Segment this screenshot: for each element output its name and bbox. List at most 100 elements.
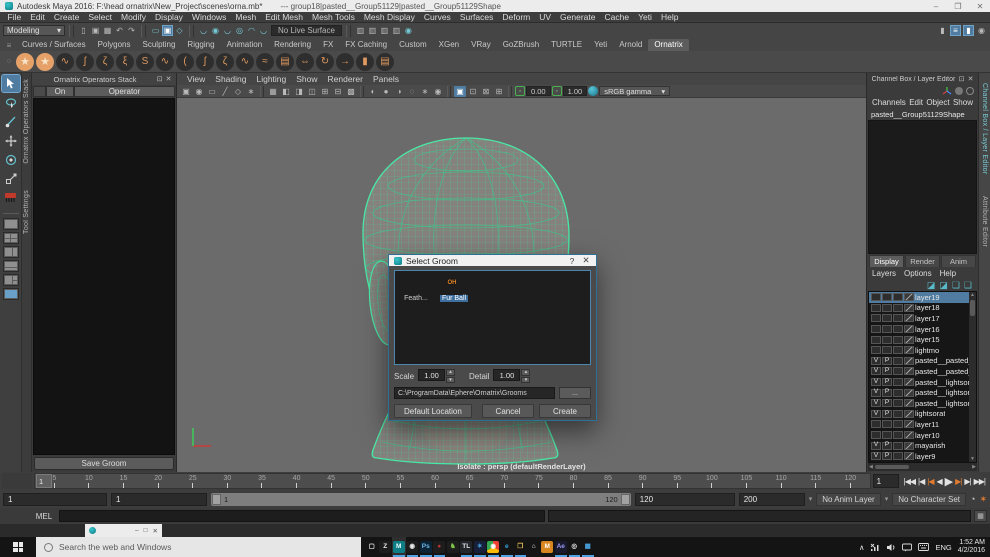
layer-color-swatch[interactable] <box>904 389 914 397</box>
layer-color-swatch[interactable] <box>904 367 914 375</box>
layer-display-type-box[interactable] <box>893 346 903 354</box>
layer-color-swatch[interactable] <box>904 399 914 407</box>
taskbar-app-icon[interactable]: ◎ <box>568 537 582 557</box>
shelf-menu-icon[interactable]: ≡ <box>2 41 16 51</box>
layout-four-button[interactable] <box>3 232 19 244</box>
move-tool[interactable] <box>2 132 20 149</box>
shelf-tab[interactable]: FX <box>317 39 339 51</box>
layer-visibility-box[interactable] <box>871 325 881 333</box>
viewport-display-icon[interactable]: ⊡ <box>467 86 479 97</box>
viewport-camera-icon[interactable]: ╱ <box>219 86 231 97</box>
render-icon[interactable]: ◉ <box>403 25 414 36</box>
maximize-icon[interactable]: □ <box>144 527 148 535</box>
ornatrix-shelf-icon[interactable]: ∿ <box>236 53 254 71</box>
menu-item[interactable]: Select <box>84 12 117 22</box>
playback-button[interactable]: ▶| <box>955 477 961 486</box>
layer-playback-box[interactable] <box>882 314 892 322</box>
viewport-camera-icon[interactable]: ◉ <box>193 86 205 97</box>
exposure-icon[interactable]: ◦ <box>515 86 525 96</box>
layer-row[interactable]: V P pasted__lightsorat1 <box>869 387 969 398</box>
viewport-menu-item[interactable]: Renderer <box>323 74 368 84</box>
timeline-track[interactable]: 1 51015202530354045505560657075808590951… <box>34 473 871 489</box>
playback-button[interactable]: |◀ <box>927 477 933 486</box>
column-on[interactable]: On <box>46 86 74 97</box>
viewport-menu-item[interactable]: Panels <box>368 74 404 84</box>
layer-editor-tab[interactable]: Render <box>905 255 940 267</box>
timeline-tick[interactable]: 35 <box>245 474 280 488</box>
select-tool[interactable] <box>2 75 20 92</box>
taskbar-app-icon[interactable]: ❒ <box>514 537 528 557</box>
render-icon[interactable]: ▥ <box>355 25 366 36</box>
channel-list-area[interactable] <box>868 120 977 254</box>
shelf-tab[interactable]: Rendering <box>268 39 317 51</box>
groom-item[interactable]: Feath... <box>400 275 432 302</box>
range-start-handle[interactable] <box>212 494 221 505</box>
gamma-field[interactable]: 1.00 <box>563 86 588 96</box>
taskbar-app-icon[interactable]: Z <box>379 537 393 557</box>
layer-playback-box[interactable]: P <box>882 367 892 375</box>
layer-name[interactable]: pasted__pasted__lig <box>915 356 969 365</box>
layer-playback-box[interactable]: P <box>882 452 892 460</box>
command-language-toggle[interactable]: MEL <box>32 512 56 521</box>
menu-item[interactable]: Mesh Display <box>359 12 419 22</box>
file-action-icon[interactable]: ↷ <box>126 25 137 36</box>
layer-color-swatch[interactable] <box>904 410 914 418</box>
speaker-icon[interactable] <box>886 543 896 552</box>
taskbar-app-icon[interactable]: TL <box>460 537 474 557</box>
tab-ornatrix-operators-stack[interactable]: Ornatrix Operators Stack <box>23 79 30 164</box>
layer-playback-box[interactable] <box>882 420 892 428</box>
layer-visibility-box[interactable] <box>871 346 881 354</box>
anim-layer-dropdown[interactable]: No Anim Layer <box>816 493 880 506</box>
column-operator[interactable]: Operator <box>74 86 175 97</box>
layer-list-vertical-scrollbar[interactable]: ▲▼ <box>969 292 976 462</box>
speed-icon[interactable] <box>955 87 963 95</box>
file-action-icon[interactable]: ▯ <box>78 25 89 36</box>
viewport-shading-icon[interactable]: ▩ <box>345 86 357 97</box>
ornatrix-shelf-icon[interactable]: ∿ <box>156 53 174 71</box>
ornatrix-brush-tool[interactable] <box>2 189 20 206</box>
taskbar-app-icon[interactable]: ⌂ <box>527 537 541 557</box>
menu-item[interactable]: Generate <box>556 12 600 22</box>
close-button[interactable]: ✕ <box>581 255 591 266</box>
viewport-shading-icon[interactable]: ⊞ <box>319 86 331 97</box>
close-icon[interactable]: ✕ <box>164 75 173 83</box>
layer-display-type-box[interactable] <box>893 304 903 312</box>
timeline-tick[interactable]: 25 <box>175 474 210 488</box>
action-center-icon[interactable] <box>902 543 912 552</box>
channel-box-menu-item[interactable]: Channels <box>872 98 906 107</box>
layer-row[interactable]: layer19 <box>869 292 969 303</box>
pin-icon[interactable]: ⊡ <box>155 75 164 83</box>
layer-playback-box[interactable] <box>882 346 892 354</box>
menu-item[interactable]: Display <box>151 12 188 22</box>
tab-attribute-editor[interactable]: Attribute Editor <box>981 196 988 247</box>
layer-color-swatch[interactable] <box>904 293 914 301</box>
timeline-tick[interactable]: 100 <box>695 474 730 488</box>
animation-end-field[interactable]: 200 <box>739 493 805 506</box>
ornatrix-shelf-icon[interactable]: ʃ <box>76 53 94 71</box>
layout-three-button[interactable] <box>3 274 19 286</box>
shelf-tab[interactable]: Sculpting <box>137 39 182 51</box>
menu-item[interactable]: UV <box>535 12 556 22</box>
ornatrix-shelf-icon[interactable]: ζ <box>96 53 114 71</box>
menu-item[interactable]: Help <box>656 12 682 22</box>
layer-playback-box[interactable] <box>882 304 892 312</box>
viewport-lighting-icon[interactable]: ◐ <box>367 86 379 97</box>
sidebar-toggle-icon[interactable]: ▮ <box>937 25 948 36</box>
menu-item[interactable]: Edit Mesh <box>261 12 308 22</box>
shelf-tab[interactable]: FX Caching <box>339 39 393 51</box>
shelf-tab[interactable]: Polygons <box>92 39 137 51</box>
layer-visibility-box[interactable] <box>871 431 881 439</box>
layer-row[interactable]: V P pasted__pasted__lig <box>869 366 969 377</box>
timeline-tick[interactable]: 105 <box>729 474 764 488</box>
viewport-camera-icon[interactable]: ◇ <box>232 86 244 97</box>
auto-keyframe-clock-icon[interactable]: ◔ <box>970 494 975 504</box>
taskbar-app-icon[interactable]: Ps <box>419 537 433 557</box>
viewport-shading-icon[interactable]: ◨ <box>293 86 305 97</box>
taskbar-clock[interactable]: 1:52 AM 4/2/2016 <box>958 539 985 556</box>
viewport-shading-icon[interactable]: ◫ <box>306 86 318 97</box>
layer-visibility-box[interactable] <box>871 293 881 301</box>
layer-color-swatch[interactable] <box>904 431 914 439</box>
layer-row[interactable]: lightmo <box>869 345 969 356</box>
layer-name[interactable]: layer18 <box>915 303 940 312</box>
axis-icon[interactable] <box>942 86 952 96</box>
